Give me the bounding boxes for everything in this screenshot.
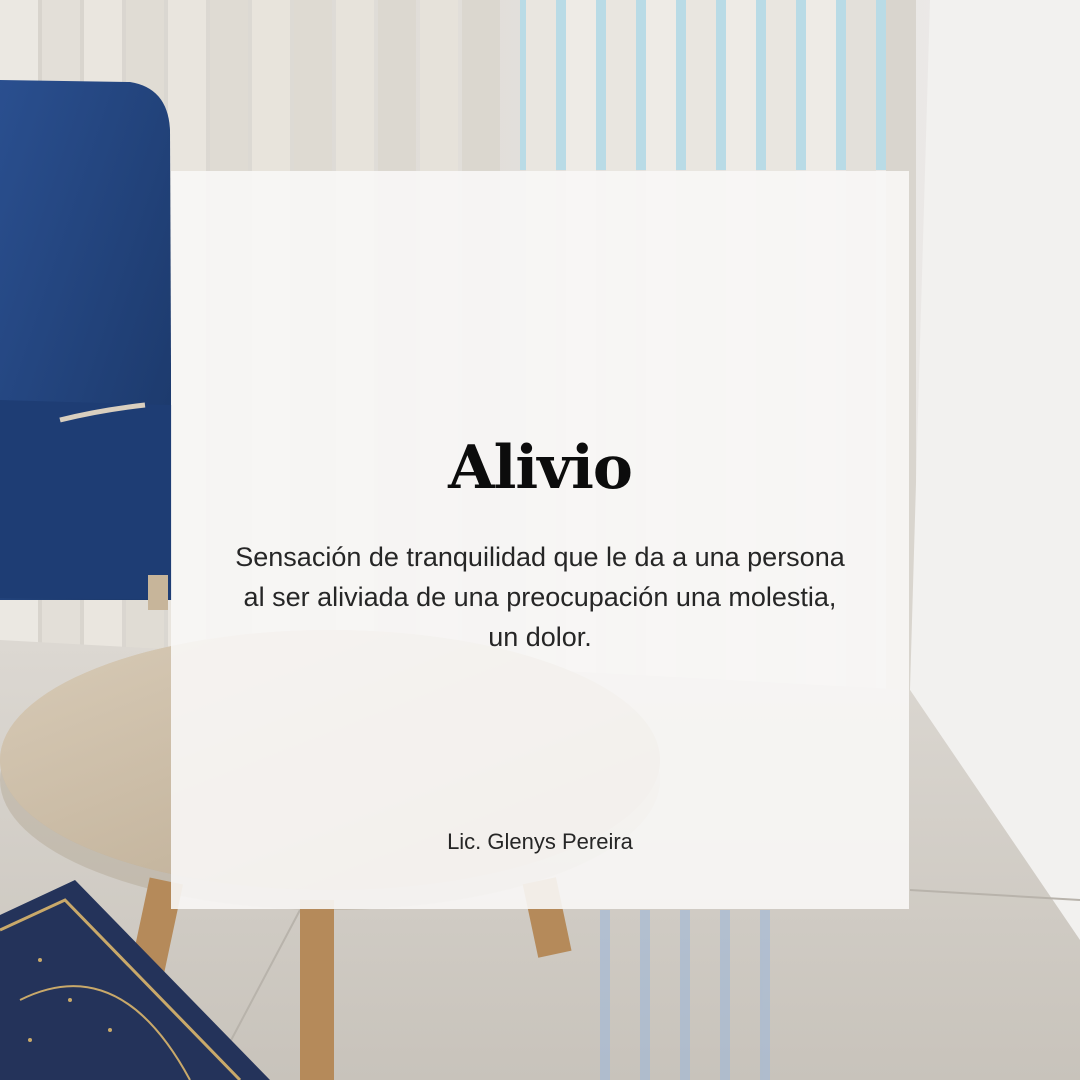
card-author: Lic. Glenys Pereira xyxy=(447,829,633,854)
quote-post: Alivio Sensación de tranquilidad que le … xyxy=(0,0,1080,1080)
card-title: Alivio xyxy=(448,433,633,503)
card-description: Sensación de tranquilidad que le da a un… xyxy=(235,542,845,652)
blue-armchair xyxy=(0,80,172,610)
